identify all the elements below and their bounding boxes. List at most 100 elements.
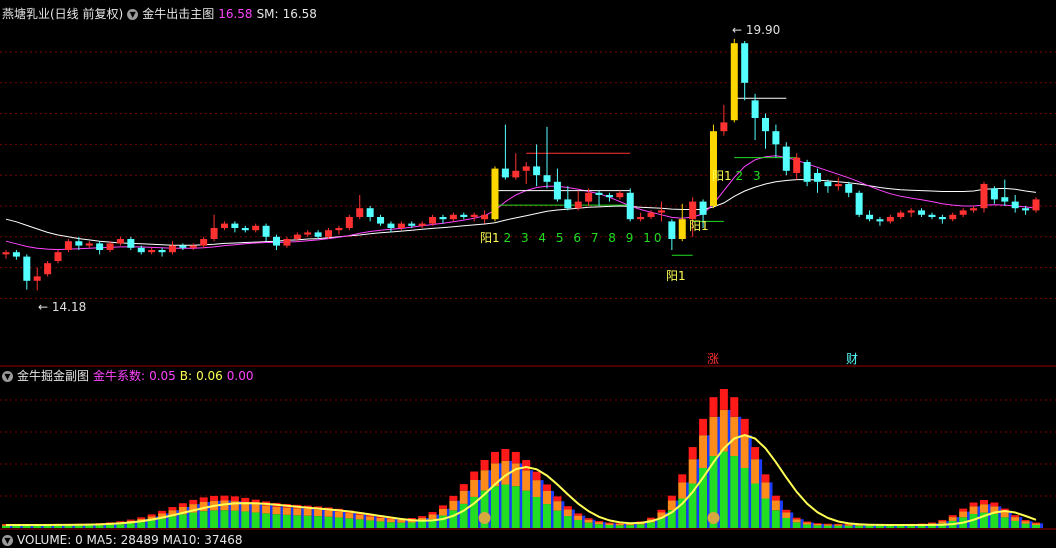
sub-bar-red: [449, 495, 458, 501]
sub-bar-red: [480, 460, 489, 471]
candle-body: [574, 201, 582, 209]
candle-body: [782, 146, 790, 171]
sub-bar-red: [751, 447, 760, 460]
candle-body: [959, 210, 967, 215]
sub-indicator-name[interactable]: 金牛掘金副图: [17, 368, 89, 384]
sub-bar-orange: [605, 523, 614, 526]
sub-bar-red: [490, 451, 499, 464]
event-marker-cai[interactable]: 财: [846, 350, 858, 367]
sub-bar-green: [886, 525, 895, 528]
sub-bar-red: [948, 515, 957, 518]
sub-bar-green: [1032, 524, 1040, 528]
candle-body: [533, 166, 541, 176]
candle-body: [845, 184, 853, 193]
sub-bar-green: [407, 522, 416, 528]
sub-bar-orange: [386, 519, 395, 523]
sub-bar-green: [688, 483, 697, 528]
candle-body: [429, 217, 437, 224]
sub-bar-green: [12, 525, 21, 528]
sub-bar-orange: [282, 507, 291, 515]
candle-body: [449, 214, 457, 220]
sub-bar-green: [1021, 523, 1030, 528]
candle-body: [189, 245, 197, 248]
stock-name-label[interactable]: 燕塘乳业(日线 前复权): [2, 6, 123, 22]
sub-bar-green: [563, 516, 572, 528]
sub-bar-green: [366, 520, 375, 528]
candle-body: [220, 223, 228, 228]
candle-body: [803, 162, 811, 182]
candle-body: [158, 250, 166, 253]
candle-body: [200, 239, 208, 246]
sub-bar-orange: [345, 513, 354, 519]
candle-body: [96, 243, 104, 250]
candle-body: [938, 217, 946, 220]
sub-bar-red: [553, 496, 562, 502]
sub-bar-orange: [376, 517, 385, 522]
candle-body: [949, 214, 957, 220]
seq-a-count: 10: [643, 231, 665, 245]
candle-body: [470, 214, 478, 217]
sequence-c: 阳1: [666, 269, 686, 283]
chevron-down-icon[interactable]: ▼: [2, 534, 13, 546]
sub-bar-green: [376, 521, 385, 528]
sub-bar-red: [834, 523, 843, 525]
sub-bar-orange: [792, 519, 801, 523]
sub-bar-orange: [563, 509, 572, 517]
sub-bar-green: [386, 522, 395, 528]
sub-bar-green: [158, 518, 167, 528]
candle-body: [304, 232, 312, 235]
sub-bar-green: [1000, 517, 1009, 528]
candle-body: [168, 245, 176, 253]
sub-bar-orange: [262, 505, 271, 514]
candle-body: [106, 243, 114, 250]
candle-body: [720, 122, 728, 132]
chevron-down-icon[interactable]: ▼: [127, 8, 139, 20]
candle-body: [179, 245, 187, 248]
sub-bar-red: [210, 495, 219, 501]
sub-bar-green: [64, 525, 73, 528]
sub-bar-green: [168, 516, 177, 528]
candle-body: [585, 192, 593, 202]
sub-bar-orange: [834, 524, 843, 526]
sub-bar-green: [189, 512, 198, 528]
candle-body: [928, 214, 936, 217]
chevron-down-icon[interactable]: ▼: [2, 370, 13, 382]
candle-body: [772, 131, 780, 145]
candle-body: [543, 175, 551, 182]
sub-bar-red: [605, 522, 614, 524]
sub-bar-red: [137, 517, 146, 519]
sub-bar-orange: [272, 506, 281, 515]
sub-bar-orange: [730, 416, 739, 457]
sub-bar-green: [522, 490, 531, 528]
seq-a-count: 5: [555, 231, 567, 245]
sub-bar-red: [699, 418, 708, 436]
sub-bar-orange: [293, 508, 302, 516]
sub-bar-green: [719, 451, 728, 528]
main-indicator-name[interactable]: 金牛出击主图: [142, 6, 214, 22]
stock-chart-canvas[interactable]: [0, 0, 1056, 541]
sub-bar-red: [927, 522, 936, 524]
sub-bar-orange: [948, 517, 957, 521]
sub-bar-green: [501, 484, 510, 528]
coef-label: 金牛系数:: [93, 369, 146, 383]
candle-body: [647, 212, 655, 217]
event-marker-zhang[interactable]: 涨: [707, 350, 719, 367]
sub-bar-red: [459, 484, 468, 491]
candle-body: [127, 239, 135, 248]
candle-body: [54, 252, 62, 261]
sub-bar-orange: [314, 509, 323, 517]
candle-body: [522, 166, 530, 171]
sub-bar-red: [1011, 515, 1020, 518]
candle-body: [678, 219, 686, 239]
sub-bar-orange: [782, 512, 791, 518]
candle-body: [751, 100, 759, 118]
candle-body: [387, 223, 395, 228]
sub-bar-green: [272, 514, 281, 528]
sub-bar-green: [751, 483, 760, 528]
candle-body: [616, 192, 624, 198]
sub-bar-red: [511, 451, 520, 464]
candle-body: [730, 43, 738, 121]
sub-bar-green: [220, 510, 229, 528]
sub-bar-green: [126, 523, 135, 528]
sub-bar-green: [43, 525, 52, 528]
